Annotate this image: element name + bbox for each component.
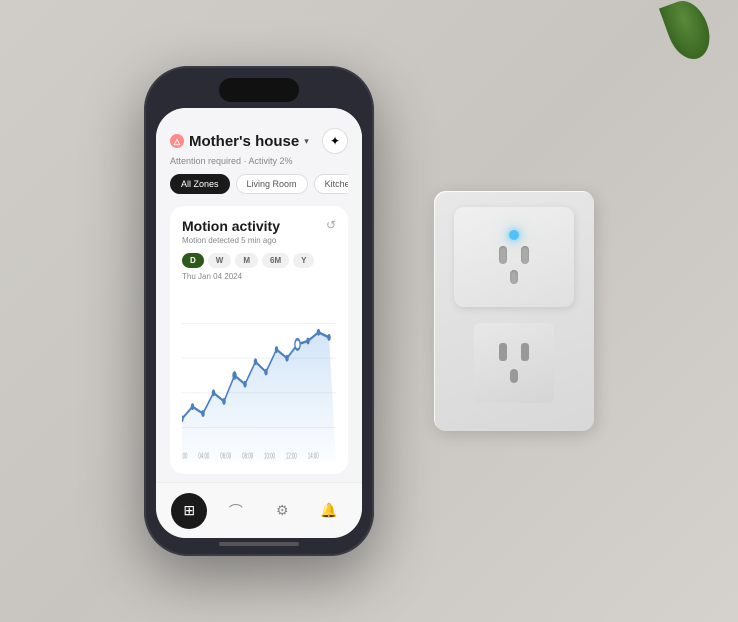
settings-nav-icon: ⚙ xyxy=(276,502,289,519)
date-label: Thu Jan 04 2024 xyxy=(182,272,336,281)
nav-activity[interactable]: ⌒ xyxy=(218,493,254,529)
zone-tabs-container: All Zones Living Room Kitchen Bath xyxy=(170,174,348,194)
zone-tab-living[interactable]: Living Room xyxy=(236,174,308,194)
plug-indicator-light xyxy=(509,230,519,240)
data-point xyxy=(243,381,247,388)
status-bar xyxy=(156,108,362,120)
alert-icon: △ xyxy=(170,134,184,148)
card-header: Motion activity ↺ xyxy=(182,218,336,234)
nav-notifications[interactable]: 🔔 xyxy=(311,493,347,529)
x-label-7: 14:00 xyxy=(308,452,319,461)
dropdown-arrow-icon[interactable]: ▾ xyxy=(304,136,309,147)
app-subtitle: Attention required · Activity 2% xyxy=(170,156,348,166)
chart-area-fill xyxy=(182,332,336,462)
phone-screen: △ Mother's house ▾ ✦ Attention required … xyxy=(156,108,362,538)
data-point xyxy=(201,410,205,417)
period-tab-y[interactable]: Y xyxy=(293,253,314,268)
x-label-1: 02:00 xyxy=(182,452,188,461)
header-left: △ Mother's house ▾ xyxy=(170,133,309,150)
motion-activity-card: Motion activity ↺ Motion detected 5 min … xyxy=(170,206,348,474)
data-point xyxy=(254,358,258,365)
data-point-highlight xyxy=(295,339,300,349)
phone-device: △ Mother's house ▾ ✦ Attention required … xyxy=(144,66,374,556)
settings-button[interactable]: ✦ xyxy=(322,128,348,154)
x-label-5: 10:00 xyxy=(264,452,275,461)
plug-prong-ground xyxy=(510,270,518,284)
data-point xyxy=(232,371,236,380)
card-title: Motion activity xyxy=(182,218,280,234)
smart-plug-assembly xyxy=(434,191,594,431)
bottom-nav: ⊞ ⌒ ⚙ 🔔 xyxy=(156,482,362,538)
home-indicator xyxy=(219,542,299,546)
x-label-4: 08:09 xyxy=(242,452,253,461)
period-tab-6m[interactable]: 6M xyxy=(262,253,289,268)
period-tab-m[interactable]: M xyxy=(235,253,258,268)
period-tab-w[interactable]: W xyxy=(208,253,232,268)
settings-icon: ✦ xyxy=(330,134,340,148)
outlet-slots-top xyxy=(499,343,529,361)
outlet-ground-slot xyxy=(510,369,518,383)
data-point xyxy=(285,355,289,362)
plug-prong-left xyxy=(499,246,507,264)
data-point xyxy=(212,389,216,396)
home-title: Mother's house xyxy=(189,133,299,150)
data-point xyxy=(275,346,279,353)
plug-prongs-top xyxy=(499,246,529,264)
standard-outlet xyxy=(474,323,554,403)
app-header: △ Mother's house ▾ ✦ xyxy=(170,128,348,154)
nav-home[interactable]: ⊞ xyxy=(171,493,207,529)
home-nav-icon: ⊞ xyxy=(183,502,195,519)
card-subtitle: Motion detected 5 min ago xyxy=(182,236,336,245)
plug-prong-right xyxy=(521,246,529,264)
outlet-slot-right xyxy=(521,343,529,361)
motion-chart: 02:00 04:00 06:00 08:09 10:00 12:00 14:0… xyxy=(182,289,336,462)
app-content: △ Mother's house ▾ ✦ Attention required … xyxy=(156,120,362,482)
main-scene: △ Mother's house ▾ ✦ Attention required … xyxy=(144,66,594,556)
data-point xyxy=(306,337,310,344)
activity-nav-icon: ⌒ xyxy=(229,501,243,521)
data-point xyxy=(222,398,226,405)
dynamic-island xyxy=(219,78,299,102)
zone-tab-kitchen[interactable]: Kitchen xyxy=(314,174,348,194)
data-point xyxy=(264,369,268,376)
nav-settings[interactable]: ⚙ xyxy=(264,493,300,529)
x-label-3: 06:00 xyxy=(220,452,231,461)
data-point xyxy=(317,329,321,336)
smart-plug-module xyxy=(454,207,574,307)
data-point xyxy=(191,403,195,410)
data-point xyxy=(327,334,331,341)
wall-plate xyxy=(434,191,594,431)
outlet-slot-left xyxy=(499,343,507,361)
history-icon[interactable]: ↺ xyxy=(326,218,336,232)
zone-tab-all[interactable]: All Zones xyxy=(170,174,230,194)
x-label-6: 12:00 xyxy=(286,452,297,461)
x-label-2: 04:00 xyxy=(198,452,209,461)
notifications-nav-icon: 🔔 xyxy=(320,502,337,519)
period-tabs: D W M 6M Y xyxy=(182,253,336,268)
period-tab-d[interactable]: D xyxy=(182,253,204,268)
chart-svg: 02:00 04:00 06:00 08:09 10:00 12:00 14:0… xyxy=(182,289,336,462)
